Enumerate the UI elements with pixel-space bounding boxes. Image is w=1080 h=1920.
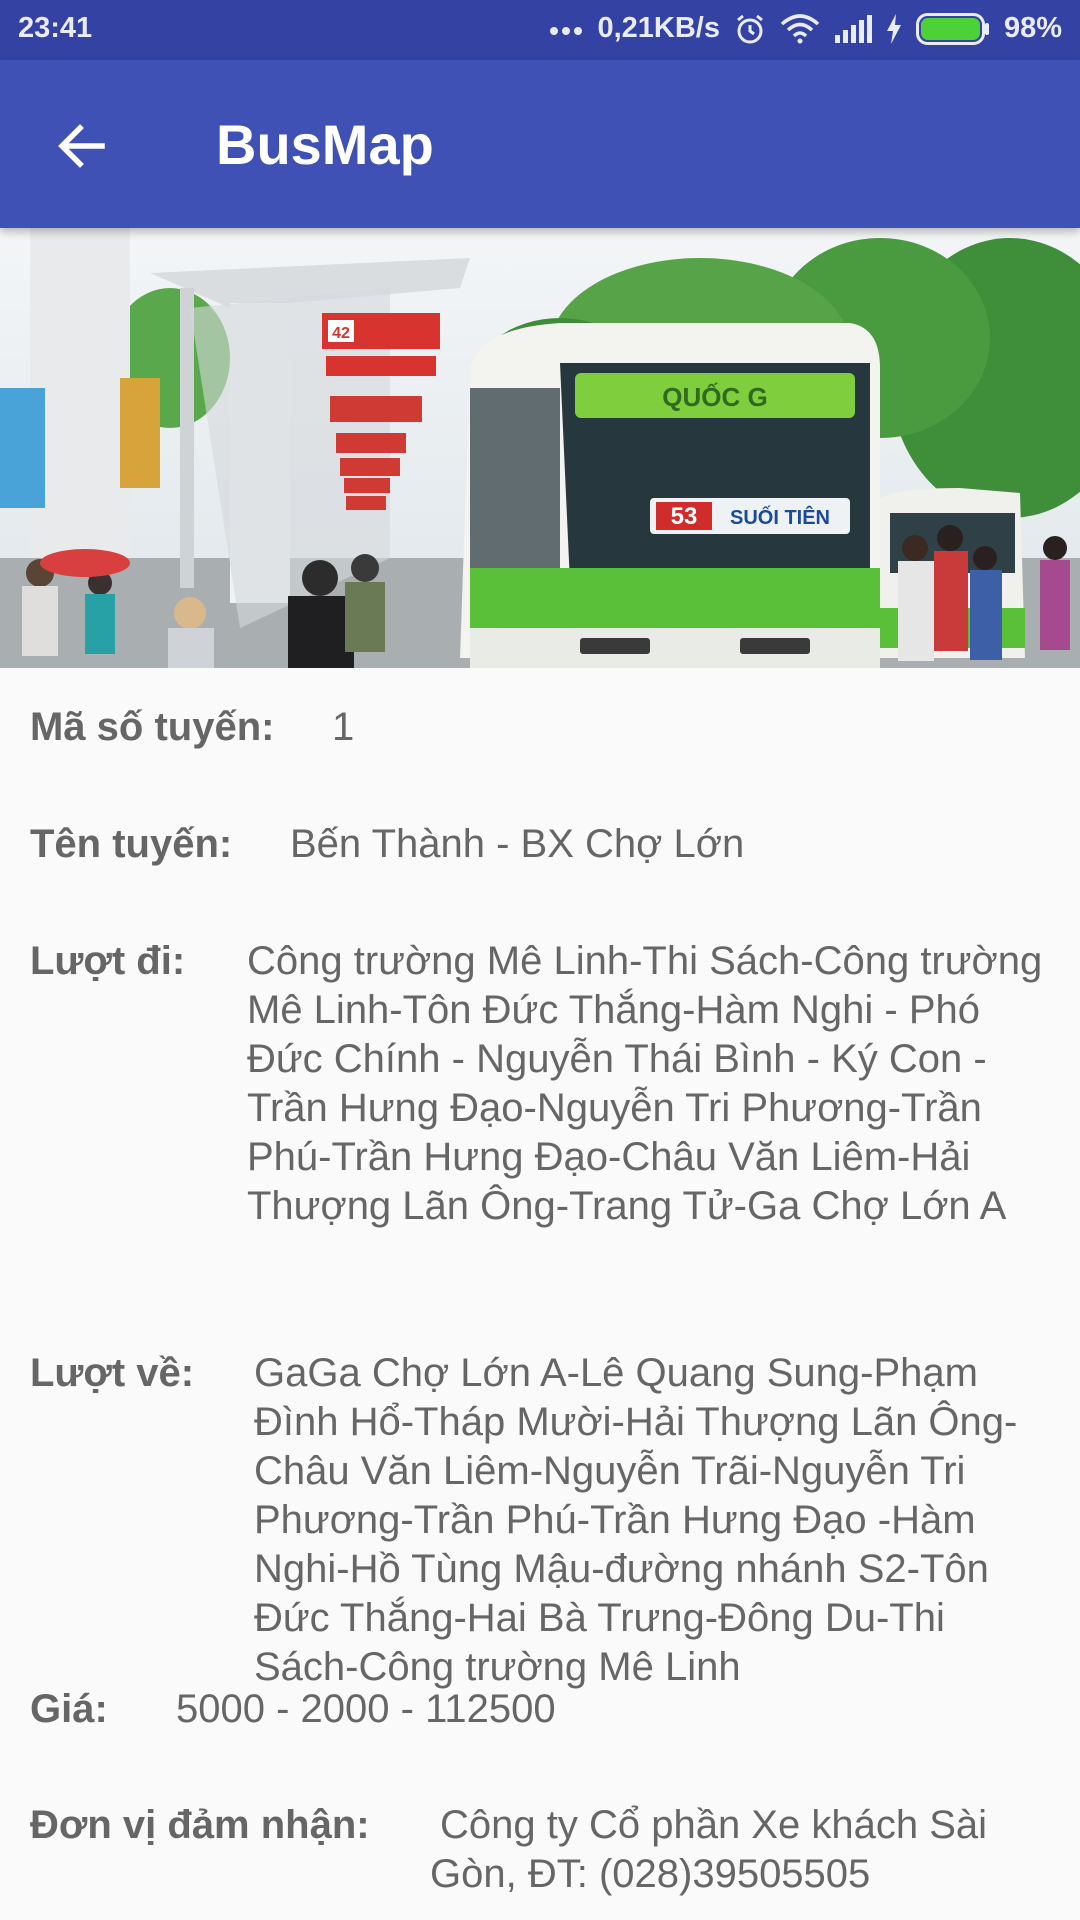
- charging-icon: [886, 13, 902, 44]
- battery-icon: [915, 12, 990, 45]
- status-bar: 23:41 0,21KB/s 98%: [0, 0, 1080, 60]
- bus-route-number: 53: [671, 503, 698, 530]
- network-speed: 0,21KB/s: [597, 12, 720, 44]
- price-value: 5000 - 2000 - 112500: [176, 1687, 556, 1731]
- battery-percent: 98%: [1003, 12, 1062, 44]
- status-time: 23:41: [18, 12, 93, 44]
- route-code-label: Mã số tuyến:: [30, 705, 275, 749]
- route-hero-image: 42 QUỐC G 53 SUỐI TIÊN: [0, 228, 1080, 668]
- wifi-icon: [780, 13, 820, 44]
- signal-icon: [834, 14, 872, 43]
- route-name-label: Tên tuyến:: [30, 822, 233, 866]
- route-name-value: Bến Thành - BX Chợ Lớn: [290, 822, 745, 866]
- operator-label: Đơn vị đảm nhận:: [30, 1803, 370, 1847]
- alarm-icon: [734, 13, 766, 45]
- stop-sign-number: 42: [332, 325, 350, 342]
- app-title: BusMap: [216, 113, 434, 176]
- status-icons: 0,21KB/s 98%: [549, 12, 1062, 45]
- return-value: GaGa Chợ Lớn A-Lê Quang Sung-Phạm Đình H…: [254, 1351, 1018, 1689]
- more-dots-icon: [549, 23, 583, 35]
- bus-route-destination: SUỐI TIÊN: [730, 505, 830, 529]
- arrow-back-icon[interactable]: [54, 118, 110, 174]
- return-label: Lượt về:: [30, 1351, 195, 1395]
- operator-value: Công ty Cổ phần Xe khách Sài Gòn, ĐT: (0…: [430, 1803, 988, 1896]
- app-bar: BusMap: [0, 60, 1080, 228]
- bus-destination-sign: QUỐC G: [662, 382, 767, 412]
- outbound-value: Công trường Mê Linh-Thi Sách-Công trường…: [247, 939, 1043, 1228]
- outbound-label: Lượt đi:: [30, 939, 186, 983]
- price-label: Giá:: [30, 1687, 108, 1731]
- route-code-value: 1: [332, 705, 355, 749]
- bus-station-photo: 42 QUỐC G 53 SUỐI TIÊN: [0, 228, 1080, 668]
